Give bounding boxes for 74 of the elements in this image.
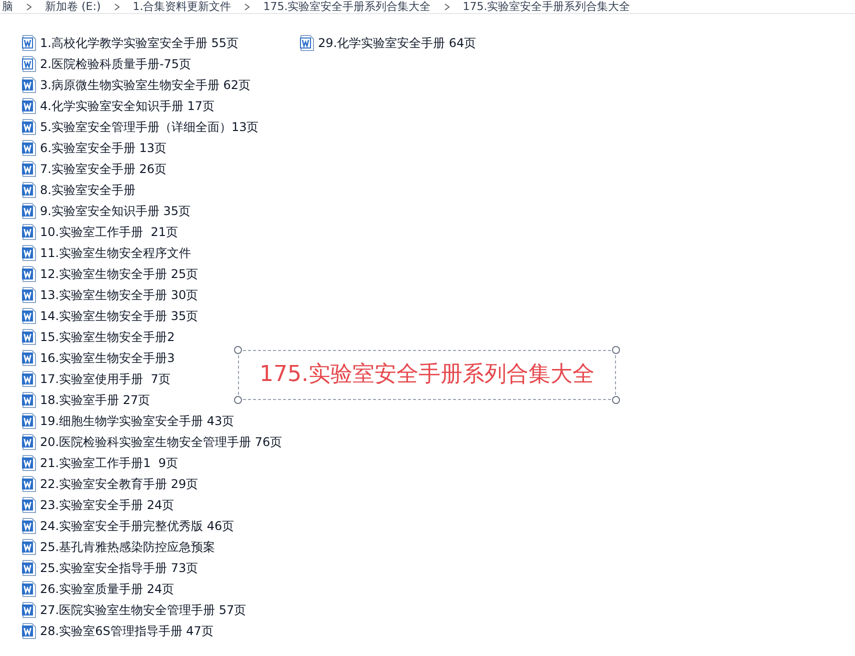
word-document-icon [22,476,36,492]
resize-handle[interactable] [612,396,620,404]
file-name[interactable]: 2.医院检验科质量手册-75页 [40,54,192,72]
word-document-icon [22,286,36,302]
word-document-icon [22,560,36,576]
file-name[interactable]: 6.实验室安全手册 13页 [40,138,167,156]
file-name[interactable]: 5.实验室安全管理手册（详细全面）13页 [40,118,259,136]
file-name[interactable]: 25.实验室安全指导手册 73页 [40,558,198,576]
word-document-icon [22,518,36,534]
word-document-icon [22,454,36,470]
file-name[interactable]: 21.实验室工作手册1 9页 [40,454,178,472]
word-document-icon [22,34,36,50]
file-name[interactable]: 16.实验室生物安全手册3 [40,348,175,366]
word-document-icon [22,308,36,324]
word-document-icon [22,160,36,176]
word-document-icon [22,266,36,282]
file-name[interactable]: 22.实验室安全教育手册 29页 [40,474,198,492]
chevron-icon [25,2,33,10]
chevron-icon [442,2,451,10]
file-name[interactable]: 24.实验室安全手册完整优秀版 46页 [40,516,234,534]
chevron-icon [112,2,121,10]
file-name[interactable]: 27.医院实验室生物安全管理手册 57页 [40,600,246,618]
resize-handle[interactable] [234,346,242,354]
resize-handle[interactable] [234,396,242,404]
word-document-icon [22,140,36,156]
word-document-icon [300,34,314,50]
title-text: 175.实验室安全手册系列合集大全 [260,364,594,386]
file-name[interactable]: 7.实验室安全手册 26页 [40,160,167,178]
word-document-icon [22,56,36,72]
word-document-icon [22,328,36,344]
word-document-icon [22,182,36,198]
word-document-icon [22,412,36,428]
file-name[interactable]: 23.实验室安全手册 24页 [40,496,174,514]
word-document-icon [22,76,36,92]
file-name[interactable]: 11.实验室生物安全程序文件 [40,244,192,262]
resize-handle[interactable] [612,346,620,354]
file-name[interactable]: 1.高校化学教学实验室安全手册 55页 [40,34,239,52]
chevron-icon [243,2,252,10]
word-document-icon [22,350,36,366]
word-document-icon [22,118,36,134]
word-document-icon [22,538,36,554]
word-document-icon [22,98,36,114]
file-name[interactable]: 4.化学实验室安全知识手册 17页 [40,96,215,114]
breadcrumb-item[interactable]: 脑 [2,1,13,12]
word-document-icon [22,392,36,408]
file-name[interactable]: 28.实验室6S管理指导手册 47页 [40,622,214,640]
word-document-icon [22,602,36,618]
file-name[interactable]: 14.实验室生物安全手册 35页 [40,306,198,324]
word-document-icon [22,434,36,450]
breadcrumb-item[interactable]: 175.实验室安全手册系列合集大全 [462,1,630,12]
word-document-icon [22,224,36,240]
word-document-icon [22,202,36,218]
file-name[interactable]: 29.化学实验室安全手册 64页 [318,34,476,52]
file-name[interactable]: 19.细胞生物学实验室安全手册 43页 [40,412,234,430]
file-name[interactable]: 17.实验室使用手册 7页 [40,370,170,388]
file-name[interactable]: 3.病原微生物实验室生物安全手册 62页 [40,76,251,94]
file-name[interactable]: 26.实验室质量手册 24页 [40,580,174,598]
file-name[interactable]: 9.实验室安全知识手册 35页 [40,202,191,220]
file-name[interactable]: 18.实验室手册 27页 [40,390,150,408]
word-document-icon [22,580,36,596]
word-document-icon [22,370,36,386]
breadcrumb-item[interactable]: 1.合集资料更新文件 [132,1,232,12]
word-document-icon [22,244,36,260]
file-name[interactable]: 25.基孔肯雅热感染防控应急预案 [40,538,216,556]
breadcrumb-item[interactable]: 新加卷 (E:) [45,1,101,12]
breadcrumb-item[interactable]: 175.实验室安全手册系列合集大全 [263,1,431,12]
file-name[interactable]: 20.医院检验科实验室生物安全管理手册 76页 [40,432,282,450]
word-document-icon [22,622,36,638]
file-name[interactable]: 15.实验室生物安全手册2 [40,328,175,346]
file-name[interactable]: 13.实验室生物安全手册 30页 [40,286,198,304]
file-name[interactable]: 8.实验室安全手册 [40,180,136,198]
file-name[interactable]: 10.实验室工作手册 21页 [40,222,178,240]
word-document-icon [22,496,36,512]
file-name[interactable]: 12.实验室生物安全手册 25页 [40,264,198,282]
